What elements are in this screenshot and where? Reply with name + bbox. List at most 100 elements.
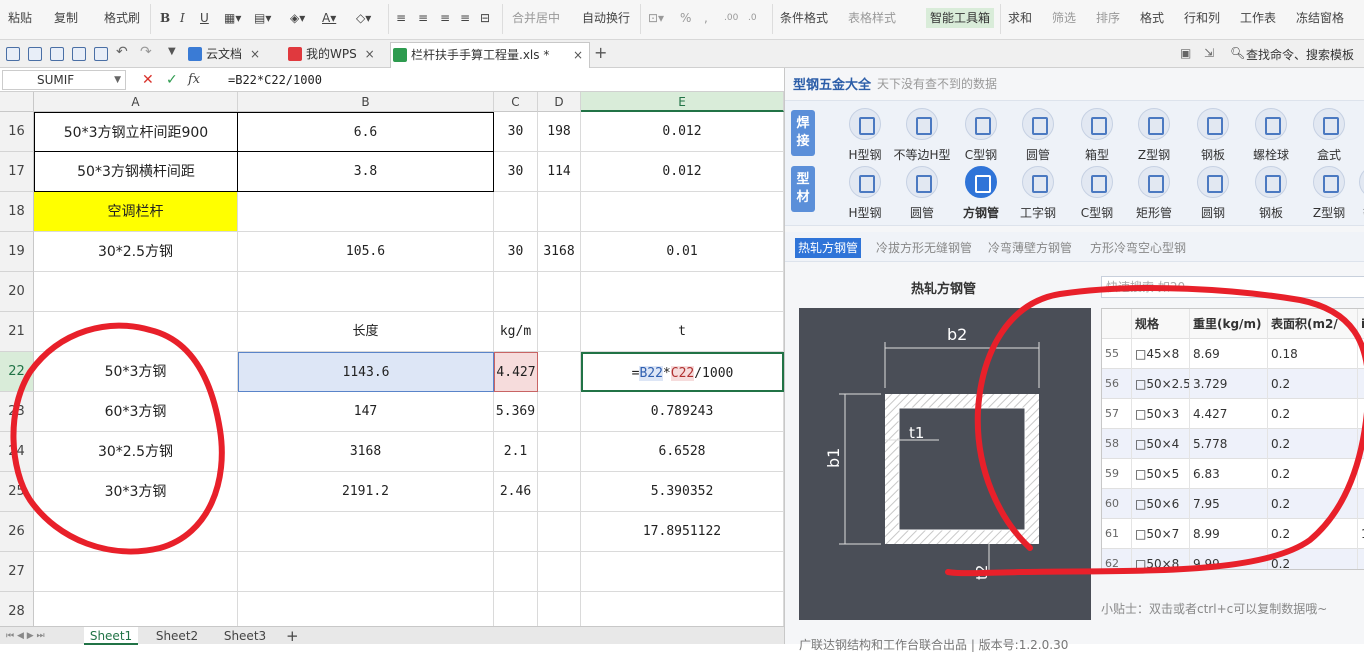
cell-e24[interactable]: 6.6528	[581, 432, 784, 472]
justify-icon[interactable]: ≡	[460, 8, 470, 28]
profile-item-label[interactable]: 矩形管	[1124, 204, 1184, 221]
cell-d19[interactable]: 3168	[538, 232, 581, 272]
spec-table-row[interactable]: 57 □50×3 4.427 0.2	[1102, 399, 1364, 429]
tab-sheet3[interactable]: Sheet3	[218, 627, 272, 645]
wrap-text-button[interactable]: 自动换行	[582, 8, 630, 28]
increase-decimal-icon[interactable]: .00	[724, 8, 738, 28]
weld-shape-icon[interactable]	[1081, 108, 1113, 140]
row-header[interactable]: 23	[0, 392, 34, 432]
print-icon[interactable]	[72, 47, 86, 61]
spec-table-cell[interactable]: 8.69	[1190, 339, 1268, 369]
spec-table-cell[interactable]: 7.95	[1190, 489, 1268, 519]
worksheet-button[interactable]: 工作表	[1240, 8, 1276, 28]
cell-e20[interactable]	[581, 272, 784, 312]
cell-c25[interactable]: 2.46	[494, 472, 538, 512]
cell-a22[interactable]: 50*3方钢	[34, 352, 238, 392]
weld-shape-icon[interactable]	[849, 108, 881, 140]
spec-table-cell[interactable]: 56	[1102, 369, 1132, 399]
cell-c20[interactable]	[494, 272, 538, 312]
cell-b17[interactable]: 3.8	[238, 152, 494, 192]
tab-cloud-docs[interactable]: 云文档 ×	[186, 42, 266, 68]
profile-item-label[interactable]: 工字钢	[1008, 204, 1068, 221]
menu-icon[interactable]	[6, 47, 20, 61]
confirm-formula-button[interactable]: ✓	[166, 70, 178, 90]
spec-table-row[interactable]: 56 □50×2.5 3.729 0.2	[1102, 369, 1364, 399]
weld-shape-icon[interactable]	[906, 108, 938, 140]
row-header[interactable]: 24	[0, 432, 34, 472]
filter-button[interactable]: 筛选	[1052, 8, 1076, 28]
profile-shape-icon[interactable]	[1313, 166, 1345, 198]
tab-sheet2[interactable]: Sheet2	[150, 627, 204, 645]
profile-shape-icon[interactable]	[1022, 166, 1054, 198]
freeze-panes-button[interactable]: 冻结窗格	[1296, 8, 1344, 28]
subtab-hot-rolled[interactable]: 热轧方钢管	[795, 238, 862, 258]
cell-b25[interactable]: 2191.2	[238, 472, 494, 512]
name-box[interactable]: SUMIF ▼	[2, 70, 126, 90]
weld-item-label[interactable]: 盒式	[1299, 146, 1359, 163]
bold-button[interactable]: B	[160, 8, 170, 28]
profile-item-label[interactable]: 等边	[1345, 204, 1364, 221]
subtab-cold-bent-thin-wall[interactable]: 冷弯薄壁方钢管	[985, 238, 1075, 258]
number-format-icon[interactable]: ⊡▾	[648, 8, 664, 28]
column-header-a[interactable]: A	[34, 92, 238, 112]
row-header[interactable]: 22	[0, 352, 34, 392]
cell-b23[interactable]: 147	[238, 392, 494, 432]
cell-a18[interactable]: 空调栏杆	[34, 192, 238, 232]
row-header[interactable]: 18	[0, 192, 34, 232]
cell-d20[interactable]	[538, 272, 581, 312]
profile-shape-icon[interactable]	[1138, 166, 1170, 198]
row-header[interactable]: 16	[0, 112, 34, 152]
column-header-c[interactable]: C	[494, 92, 538, 112]
row-header[interactable]: 20	[0, 272, 34, 312]
spec-table-cell[interactable]: □50×8	[1132, 549, 1190, 569]
cell-a21[interactable]	[34, 312, 238, 352]
tab-sheet1[interactable]: Sheet1	[84, 627, 138, 645]
weld-shape-icon[interactable]	[1313, 108, 1345, 140]
add-sheet-button[interactable]: +	[286, 627, 299, 645]
cell-b20[interactable]	[238, 272, 494, 312]
cell-a24[interactable]: 30*2.5方钢	[34, 432, 238, 472]
spec-table-cell[interactable]	[1358, 489, 1364, 519]
cell-c19[interactable]: 30	[494, 232, 538, 272]
merge-center-button[interactable]: 合并居中	[512, 8, 560, 28]
weld-shape-icon[interactable]	[1197, 108, 1229, 140]
copy-button[interactable]: 复制	[54, 8, 78, 28]
category-weld[interactable]: 焊接	[791, 110, 815, 156]
profile-item-label[interactable]: 钢板	[1241, 204, 1301, 221]
share-icon[interactable]: ⇲	[1204, 46, 1214, 60]
formula-input[interactable]: =B22*C22/1000	[228, 71, 322, 89]
spec-table-cell[interactable]: 5.778	[1190, 429, 1268, 459]
thousands-icon[interactable]: ,	[704, 8, 708, 28]
font-color-icon[interactable]: A▾	[322, 8, 336, 28]
cell-a20[interactable]	[34, 272, 238, 312]
decrease-decimal-icon[interactable]: .0	[748, 8, 757, 28]
spec-table-row[interactable]: 59 □50×5 6.83 0.2	[1102, 459, 1364, 489]
spec-table-row[interactable]: 58 □50×4 5.778 0.2	[1102, 429, 1364, 459]
spec-table-cell[interactable]: □45×8	[1132, 339, 1190, 369]
cell-a27[interactable]	[34, 552, 238, 592]
new-tab-button[interactable]: +	[594, 43, 607, 62]
profile-shape-icon[interactable]	[849, 166, 881, 198]
rows-cols-button[interactable]: 行和列	[1184, 8, 1220, 28]
cell-e26[interactable]: 17.8951122	[581, 512, 784, 552]
column-header-b[interactable]: B	[238, 92, 494, 112]
paste-button[interactable]: 粘贴	[8, 8, 32, 28]
clear-format-icon[interactable]: ◇▾	[356, 8, 371, 28]
weld-item-label[interactable]: 箱型	[1067, 146, 1127, 163]
spec-table-cell[interactable]: □50×7	[1132, 519, 1190, 549]
align-center-icon[interactable]: ≡	[418, 8, 428, 28]
spec-table-cell[interactable]: 59	[1102, 459, 1132, 489]
spec-table-cell[interactable]: 0.2	[1268, 399, 1358, 429]
spec-table-cell[interactable]: □50×4	[1132, 429, 1190, 459]
spec-table-cell[interactable]: 6.83	[1190, 459, 1268, 489]
cell-c16[interactable]: 30	[494, 112, 538, 152]
spec-table-cell[interactable]: 0.2	[1268, 549, 1358, 569]
close-icon[interactable]: ×	[573, 43, 583, 67]
cell-e27[interactable]	[581, 552, 784, 592]
chevron-down-icon[interactable]: ▼	[114, 71, 121, 89]
cancel-formula-button[interactable]: ✕	[142, 70, 154, 90]
profile-item-label[interactable]: H型钢	[835, 204, 895, 221]
cell-a25[interactable]: 30*3方钢	[34, 472, 238, 512]
cell-b18[interactable]	[238, 192, 494, 232]
weld-shape-icon[interactable]	[1138, 108, 1170, 140]
